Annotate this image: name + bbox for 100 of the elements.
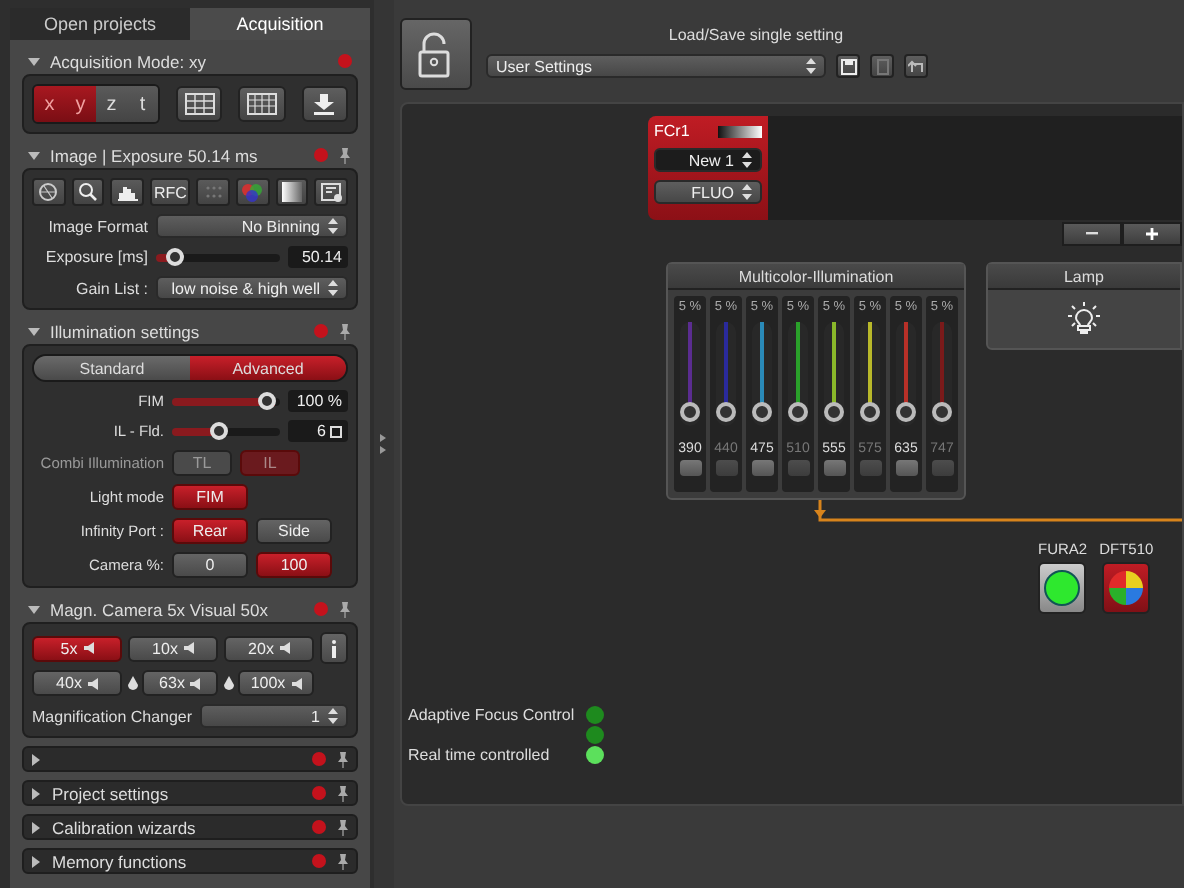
section-header[interactable]: Project settings: [22, 780, 358, 806]
slot-dropdown[interactable]: New 1: [654, 148, 762, 172]
image-format-dropdown[interactable]: No Binning: [156, 214, 348, 238]
lock-button[interactable]: [400, 18, 472, 90]
tile-grid-button[interactable]: [176, 86, 223, 122]
updown-caret-icon: [328, 708, 338, 724]
slider-thumb[interactable]: [752, 401, 772, 422]
splitter-grip-icon[interactable]: [380, 430, 388, 458]
pin-icon[interactable]: [336, 751, 350, 767]
axis-toggle[interactable]: z: [96, 86, 127, 122]
value-field[interactable]: 6: [317, 422, 326, 440]
axis-toggle[interactable]: y: [65, 86, 96, 122]
section-header[interactable]: Acquisition Mode: xy: [22, 48, 358, 74]
magnifier-button[interactable]: [71, 178, 105, 206]
pin-icon[interactable]: [338, 601, 352, 617]
slider-thumb[interactable]: [716, 401, 736, 422]
tab[interactable]: Acquisition: [190, 8, 370, 40]
section-header[interactable]: Illumination settings: [22, 318, 358, 344]
histogram-button[interactable]: [110, 178, 145, 206]
panel-title: Lamp: [988, 264, 1180, 290]
objective-button[interactable]: 100x: [238, 670, 314, 696]
pin-icon[interactable]: [338, 147, 352, 163]
objective-button[interactable]: 20x: [224, 635, 314, 661]
download-arrow-button[interactable]: [301, 86, 349, 122]
settings-panel-icon: [319, 182, 344, 202]
section-title: Memory functions: [52, 851, 189, 871]
settings-title: Load/Save single setting: [666, 26, 846, 44]
slider-thumb[interactable]: [824, 401, 844, 422]
option-button[interactable]: 0: [172, 552, 248, 578]
option-button[interactable]: 100: [256, 552, 332, 578]
updown-caret-icon: [742, 152, 752, 168]
fluorophore-button[interactable]: [1038, 562, 1087, 614]
objective-button[interactable]: 5x: [32, 635, 122, 661]
status-label: Real time controlled: [408, 746, 552, 764]
option-button[interactable]: FIM: [172, 484, 248, 510]
exposure-field[interactable]: 50.14: [288, 246, 348, 268]
expand-triangle-icon: [30, 855, 42, 867]
channel-button[interactable]: [895, 460, 917, 476]
field-label: Image Format: [46, 217, 148, 235]
axis-toggle[interactable]: t: [127, 86, 158, 122]
fluorophore-button[interactable]: [1102, 562, 1151, 614]
minus-button[interactable]: [1062, 222, 1122, 246]
panel-title: Multicolor-Illumination: [668, 264, 964, 290]
square-icon: [330, 425, 342, 437]
pin-icon[interactable]: [336, 785, 350, 801]
light-bulb-icon[interactable]: [1064, 300, 1104, 336]
gradient-square-button[interactable]: [275, 178, 309, 206]
slider-thumb[interactable]: [209, 421, 228, 439]
objective-button[interactable]: 63x: [142, 670, 218, 696]
section-header[interactable]: Memory functions: [22, 848, 358, 874]
slider-thumb[interactable]: [166, 247, 185, 265]
channel-button[interactable]: [679, 460, 701, 476]
slider-thumb[interactable]: [680, 401, 700, 422]
slider-thumb[interactable]: [860, 401, 880, 422]
value-field[interactable]: 100 %: [288, 390, 348, 412]
section-header[interactable]: Magn. Camera 5x Visual 50x: [22, 596, 358, 622]
collapse-triangle-icon: [28, 149, 40, 161]
settings-panel-button[interactable]: [314, 178, 349, 206]
aperture-button[interactable]: [32, 178, 66, 206]
drop-icon: [224, 676, 234, 690]
section-header[interactable]: Image | Exposure 50.14 ms: [22, 142, 358, 168]
save-button[interactable]: [836, 54, 860, 78]
histogram-icon: [115, 182, 140, 202]
mode-tab[interactable]: Standard: [34, 356, 190, 380]
magnification-changer-dropdown[interactable]: 1: [200, 704, 348, 728]
dot-grid-button[interactable]: [196, 178, 231, 206]
expand-triangle-icon: [30, 787, 42, 799]
pin-icon[interactable]: [336, 853, 350, 869]
tab[interactable]: Open projects: [10, 8, 190, 40]
color-channels-button[interactable]: [236, 178, 270, 206]
slider-thumb[interactable]: [788, 401, 808, 422]
pin-icon[interactable]: [338, 323, 352, 339]
info-button[interactable]: [320, 632, 348, 664]
section-header[interactable]: [22, 746, 358, 772]
axis-toggle[interactable]: x: [34, 86, 65, 122]
speaker-icon: [87, 677, 98, 689]
pin-icon[interactable]: [336, 819, 350, 835]
mode-dropdown[interactable]: FLUO: [654, 180, 762, 204]
plus-button[interactable]: [1122, 222, 1182, 246]
objective-button[interactable]: 10x: [128, 635, 218, 661]
status-label: Adaptive Focus Control: [408, 706, 575, 724]
user-settings-dropdown[interactable]: User Settings: [486, 54, 826, 78]
option-button[interactable]: Rear: [172, 518, 248, 544]
slider-thumb[interactable]: [896, 401, 916, 422]
option-button[interactable]: Side: [256, 518, 332, 544]
mode-tab[interactable]: Advanced: [190, 356, 346, 380]
updown-caret-icon: [328, 280, 338, 296]
objective-button[interactable]: 40x: [32, 670, 122, 696]
filter-cube-name: FCr1: [654, 122, 690, 140]
channel-button[interactable]: [823, 460, 845, 476]
section-header[interactable]: Calibration wizards: [22, 814, 358, 840]
speaker-icon: [83, 642, 94, 654]
rfc-button[interactable]: RFC: [150, 178, 191, 206]
grid-button[interactable]: [238, 86, 286, 122]
channel-button[interactable]: [751, 460, 773, 476]
collapse-triangle-icon: [28, 603, 40, 615]
gain-list-dropdown[interactable]: low noise & high well: [156, 276, 348, 300]
slider-thumb[interactable]: [932, 401, 952, 422]
slider-thumb[interactable]: [257, 391, 276, 409]
speaker-icon: [291, 677, 302, 689]
